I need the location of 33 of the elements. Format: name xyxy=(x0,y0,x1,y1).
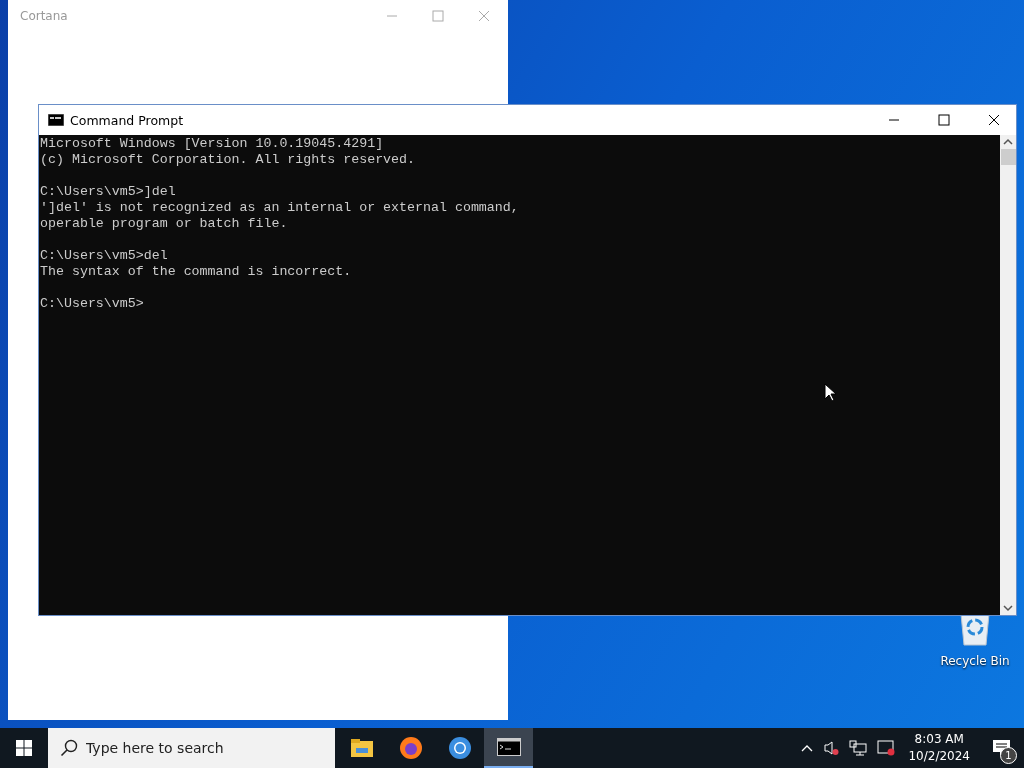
browser-circle-icon xyxy=(447,736,472,760)
windows-logo-icon xyxy=(16,740,32,756)
notification-badge: 1 xyxy=(1000,747,1017,764)
network-icon[interactable] xyxy=(849,740,868,756)
search-field[interactable]: Type here to search xyxy=(48,728,335,768)
console-line: C:\Users\vm5> xyxy=(40,296,145,312)
console-line: The syntax of the command is incorrect. xyxy=(40,264,353,280)
scroll-thumb[interactable] xyxy=(1000,149,1016,165)
console-line: C:\Users\vm5>del xyxy=(40,248,169,264)
clock[interactable]: 8:03 AM 10/2/2024 xyxy=(908,731,970,765)
console-line: operable program or batch file. xyxy=(40,216,289,232)
folder-icon xyxy=(350,739,373,757)
maximize-icon[interactable] xyxy=(938,114,950,126)
clock-time: 8:03 AM xyxy=(914,731,964,748)
console-line: Microsoft Windows [Version 10.0.19045.4291] xyxy=(40,136,385,152)
display-icon[interactable] xyxy=(877,740,896,756)
speaker-muted-icon[interactable] xyxy=(823,740,840,756)
console-line: ']del' is not recognized as an internal or external command, xyxy=(40,200,520,216)
console-line: C:\Users\vm5>]del xyxy=(40,184,177,200)
browser-globe-icon xyxy=(398,736,423,760)
clock-date: 10/2/2024 xyxy=(908,748,970,765)
console-app-icon xyxy=(496,738,521,756)
scrollbar[interactable] xyxy=(1000,135,1016,615)
console-line: (c) Microsoft Corporation. All rights reserved. xyxy=(40,152,417,168)
desktop-icon-label[interactable]: Recycle Bin xyxy=(940,654,1010,668)
mouse-pointer-icon xyxy=(824,383,836,402)
window-title: Cortana xyxy=(20,9,69,23)
window-title: Command Prompt xyxy=(70,112,184,128)
chevron-up-icon[interactable] xyxy=(801,744,814,752)
search-icon xyxy=(60,739,78,757)
console-app-icon xyxy=(48,114,64,126)
close-icon[interactable] xyxy=(988,114,1000,126)
taskbar-app-button[interactable] xyxy=(484,728,533,768)
